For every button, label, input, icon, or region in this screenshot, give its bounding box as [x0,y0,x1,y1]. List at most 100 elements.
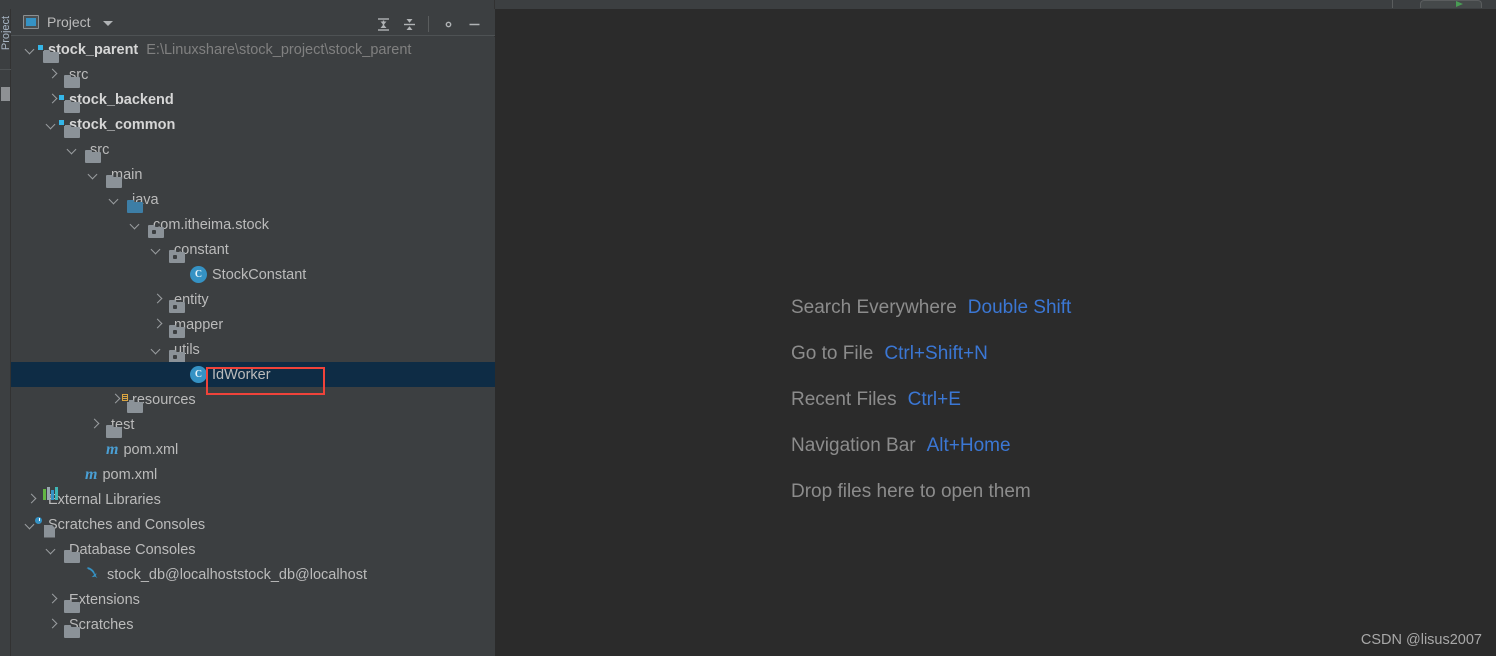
chevron-down-icon[interactable] [25,44,37,56]
project-title-group[interactable]: Project [23,13,113,31]
tree-row-selected[interactable]: C IdWorker [11,362,495,387]
editor-area[interactable]: Search Everywhere Double Shift Go to File C… [495,9,1496,656]
chevron-down-icon[interactable] [46,119,58,131]
chevron-right-icon[interactable] [46,69,58,81]
toolbar-separator [1392,0,1393,8]
left-strip-chip [1,87,10,101]
editor-hint-label: Go to File [791,343,874,364]
collapse-all-icon [403,18,415,30]
tree-row-label: stock_parent [48,41,139,58]
chevron-right-icon[interactable] [151,319,163,331]
tree-row[interactable]: utils [11,337,495,363]
editor-hint-shortcut: Ctrl+E [907,389,961,410]
tree-row-label: stock_db@localhoststock_db@localhost [107,566,367,583]
editor-hint-label: Navigation Bar [791,435,916,456]
expand-all-icon [377,17,389,31]
editor-hint: Recent Files Ctrl+E [791,389,1071,411]
tree-row-label: stock_backend [69,91,174,108]
watermark: CSDN @lisus2007 [1360,632,1482,648]
editor-hint-shortcut: Ctrl+Shift+N [884,343,988,364]
tree-row[interactable]: Database Consoles [11,537,495,563]
tree-row[interactable]: constant [11,237,495,263]
tree-row-label: pom.xml [102,466,158,483]
left-tool-strip: Project [0,9,12,656]
chevron-right-icon[interactable] [46,594,58,606]
tree-row[interactable]: mapper [11,312,495,338]
mysql-datasource-icon [85,565,102,584]
expand-all-button[interactable] [370,14,396,34]
chevron-right-icon[interactable] [46,94,58,106]
tree-row[interactable]: main [11,162,495,188]
chevron-down-icon[interactable] [109,194,121,206]
tree-row[interactable]: m pom.xml [11,462,495,487]
chevron-down-icon[interactable] [67,144,79,156]
tree-row[interactable]: src [11,137,495,163]
project-icon [23,15,39,29]
editor-hint: Search Everywhere Double Shift [791,297,1071,319]
ide-window: Project Project stock_parent E:\Linuxsha… [0,0,1496,656]
tree-row[interactable]: src [11,62,495,88]
editor-hint: Navigation Bar Alt+Home [791,435,1071,457]
minimize-icon [469,23,479,25]
dolphin-icon [86,567,98,579]
chevron-right-icon[interactable] [46,619,58,631]
hide-button[interactable] [461,14,487,34]
editor-hint-shortcut: Alt+Home [926,435,1011,456]
collapse-all-button[interactable] [396,14,422,34]
editor-hint-label: Recent Files [791,389,897,410]
chevron-right-icon[interactable] [88,419,100,431]
java-class-icon: C [190,266,207,283]
tree-row[interactable]: com.itheima.stock [11,212,495,238]
tree-row[interactable]: test [11,412,495,438]
editor-hint-label: Search Everywhere [791,297,957,318]
tree-row-label: StockConstant [212,266,307,283]
tree-row-label: Scratches and Consoles [48,516,206,533]
tree-row-label: stock_common [69,116,176,133]
chevron-down-icon[interactable] [46,544,58,556]
editor-hint-shortcut: Double Shift [967,297,1072,318]
tree-row[interactable]: java [11,187,495,213]
chevron-down-icon[interactable] [102,20,113,26]
settings-button[interactable] [435,14,461,34]
editor-hint: Drop files here to open them [791,481,1071,503]
tree-row[interactable]: stock_backend [11,87,495,113]
chevron-down-icon[interactable] [151,344,163,356]
tree-row[interactable]: C StockConstant [11,262,495,287]
chevron-right-icon[interactable] [109,394,121,406]
tree-row[interactable]: stock_db@localhoststock_db@localhost [11,562,495,587]
top-toolbar-strip-editor [495,0,1496,9]
maven-file-icon: m [106,440,119,458]
project-tool-window-header: Project [11,9,495,36]
tree-row-label: pom.xml [123,441,179,458]
tree-row[interactable]: entity [11,287,495,313]
project-toolbar-actions [370,14,487,34]
tree-row-label: IdWorker [212,366,271,383]
tree-row[interactable]: Scratches [11,612,495,638]
tree-row[interactable]: stock_parent E:\Linuxshare\stock_project\… [11,37,495,63]
project-tool-window: Project stock_parent E:\Linuxshare\stock… [11,0,495,656]
chevron-down-icon[interactable] [151,244,163,256]
project-tool-window-title: Project [47,14,91,30]
editor-hints: Search Everywhere Double Shift Go to File C… [791,297,1071,527]
chevron-right-icon[interactable] [151,294,163,306]
tree-row[interactable]: stock_common [11,112,495,138]
tree-row[interactable]: Scratches and Consoles [11,512,495,538]
tree-row-path: E:\Linuxshare\stock_project\stock_parent [146,41,412,58]
editor-hint-label: Drop files here to open them [791,481,1031,502]
project-tree[interactable]: stock_parent E:\Linuxshare\stock_project\… [11,37,495,656]
chevron-right-icon[interactable] [25,494,37,506]
run-configuration-widget[interactable] [1420,0,1482,8]
tree-row-label: External Libraries [48,491,161,508]
tree-row[interactable]: Extensions [11,587,495,613]
chevron-down-icon[interactable] [88,169,100,181]
chevron-down-icon[interactable] [130,219,142,231]
tree-row-label: Database Consoles [69,541,196,558]
tree-row[interactable]: resources [11,387,495,413]
tree-row[interactable]: m pom.xml [11,437,495,462]
tree-row[interactable]: External Libraries [11,486,495,512]
